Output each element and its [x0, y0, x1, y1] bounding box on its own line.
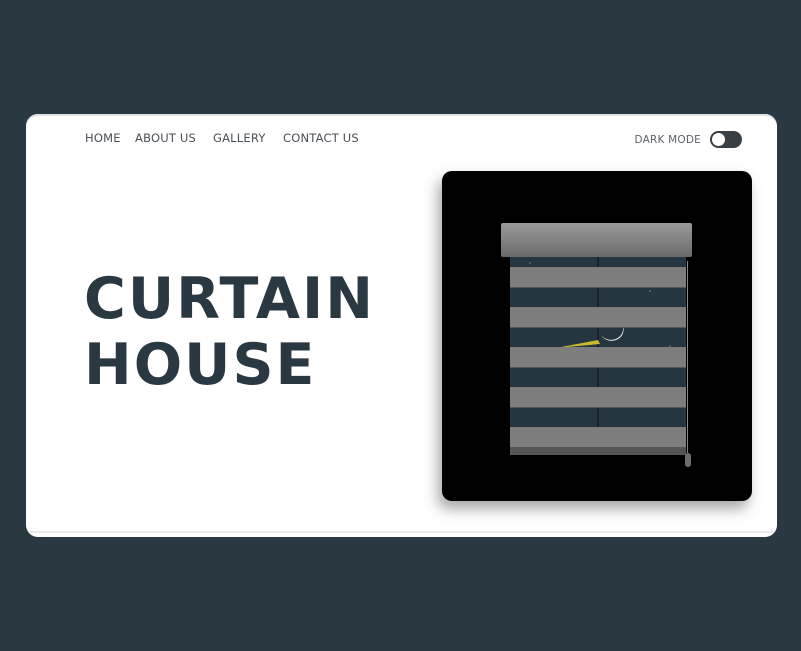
main-nav: HOME ABOUT US GALLERY CONTACT US [85, 131, 359, 145]
blind-slat [510, 267, 686, 288]
title-line-1: CURTAIN [84, 266, 375, 332]
blind-cord [687, 261, 688, 456]
nav-about-link[interactable]: ABOUT US [135, 131, 213, 145]
curtain-illustration [442, 171, 752, 501]
nav-gallery-link[interactable]: GALLERY [213, 131, 283, 145]
toggle-knob [712, 133, 725, 146]
hero-card: HOME ABOUT US GALLERY CONTACT US DARK MO… [26, 114, 777, 537]
nav-home-link[interactable]: HOME [85, 131, 135, 145]
title-line-2: HOUSE [84, 332, 317, 398]
nav-contact-link[interactable]: CONTACT US [283, 131, 359, 145]
blind-slat [510, 347, 686, 368]
blind-slat [510, 307, 686, 328]
dark-mode-label: DARK MODE [634, 133, 701, 146]
blind-slat [510, 427, 686, 448]
dark-mode-toggle[interactable] [710, 131, 742, 148]
blind-roller [501, 223, 692, 257]
blind-slat [510, 387, 686, 408]
blind-bottom-rail [510, 447, 686, 455]
blind-cord-handle[interactable] [685, 453, 691, 467]
card-divider [26, 531, 777, 533]
dark-mode-control: DARK MODE [635, 131, 742, 148]
page-title: CURTAIN HOUSE [84, 266, 375, 398]
